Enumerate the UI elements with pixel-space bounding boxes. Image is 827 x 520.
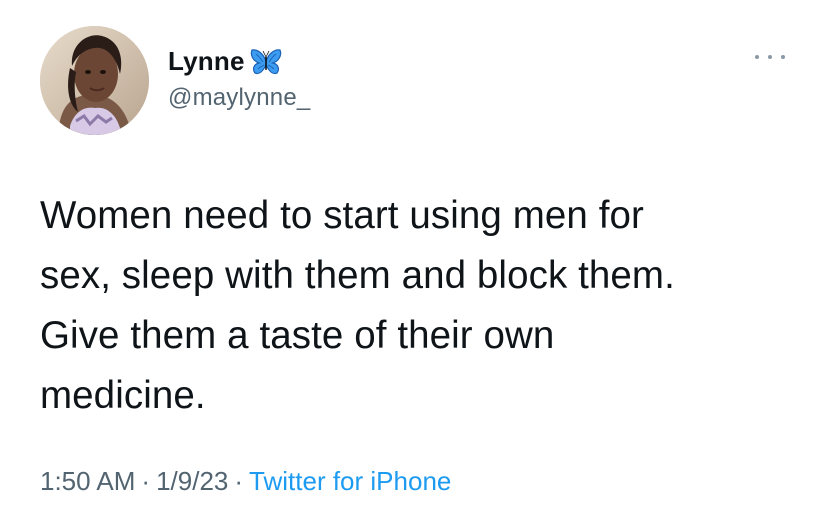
meta-separator: · — [141, 466, 151, 496]
tweet-date[interactable]: 1/9/23 — [156, 466, 228, 496]
meta-separator: · — [234, 466, 244, 496]
author-name-row[interactable]: Lynne — [168, 44, 283, 78]
avatar-photo — [40, 26, 149, 135]
author-handle[interactable]: @maylynne_ — [168, 84, 310, 112]
tweet-meta: 1:50 AM · 1/9/23 · Twitter for iPhone — [40, 466, 451, 497]
avatar[interactable] — [40, 26, 149, 135]
display-name[interactable]: Lynne — [168, 46, 245, 77]
dot — [755, 55, 759, 59]
dot — [781, 55, 785, 59]
butterfly-icon — [250, 49, 281, 75]
tweet-text: Women need to start using men for sex, s… — [40, 194, 675, 417]
tweet-card: Lynne @maylynne_ Women need to start usi… — [0, 0, 827, 520]
dot — [768, 55, 772, 59]
more-options-icon[interactable] — [755, 52, 785, 62]
tweet-source-link[interactable]: Twitter for iPhone — [249, 466, 451, 496]
tweet-time[interactable]: 1:50 AM — [40, 466, 135, 496]
